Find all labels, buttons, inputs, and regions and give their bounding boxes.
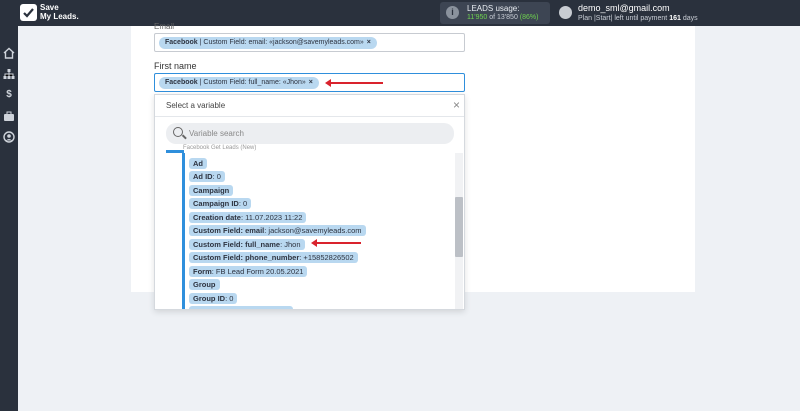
brand-name: Save My Leads. bbox=[40, 3, 79, 21]
variable-item[interactable]: Group bbox=[189, 279, 220, 290]
variable-item[interactable]: Custom Field: email: jackson@savemyleads… bbox=[189, 225, 366, 236]
user-email[interactable]: demo_sml@gmail.com bbox=[578, 3, 670, 13]
email-label: Email bbox=[154, 22, 175, 31]
first-name-field[interactable]: Facebook | Custom Field: full_name: «Jho… bbox=[154, 73, 465, 92]
variable-item[interactable]: Creation date: 11.07.2023 11:22 bbox=[189, 212, 307, 223]
home-icon[interactable] bbox=[3, 47, 15, 59]
variable-item[interactable]: Ad bbox=[189, 158, 207, 169]
user-icon[interactable] bbox=[3, 131, 15, 143]
leads-usage-value: 11'950 of 13'850 (86%) bbox=[467, 14, 539, 21]
dollar-icon[interactable]: $ bbox=[3, 89, 15, 101]
red-arrow-annotation bbox=[325, 79, 383, 87]
variable-item[interactable]: Campaign bbox=[189, 185, 234, 196]
variable-item[interactable]: Campaign ID: 0 bbox=[189, 198, 252, 209]
top-bar bbox=[0, 0, 800, 26]
search-icon bbox=[173, 127, 183, 137]
sidebar bbox=[0, 26, 18, 411]
remove-chip-icon[interactable]: × bbox=[367, 39, 371, 46]
sitemap-icon[interactable] bbox=[3, 68, 15, 80]
variable-item[interactable]: Group ID: 0 bbox=[189, 293, 238, 304]
variable-search[interactable] bbox=[166, 123, 454, 144]
scrollbar-thumb[interactable] bbox=[455, 197, 463, 257]
email-field[interactable]: Facebook | Custom Field: email: «jackson… bbox=[154, 33, 465, 52]
leads-usage-title: LEADS usage: bbox=[467, 4, 520, 13]
dropdown-title: Select a variable bbox=[166, 101, 226, 110]
red-arrow-annotation bbox=[311, 239, 361, 247]
variable-item[interactable]: Custom Field: phone_number: +15852826502 bbox=[189, 252, 358, 263]
variable-item[interactable]: Custom Field: full_name: Jhon bbox=[189, 239, 305, 250]
dropdown-header: Select a variable × bbox=[155, 95, 464, 117]
close-icon[interactable]: × bbox=[453, 98, 460, 112]
first-name-label: First name bbox=[154, 61, 197, 71]
group-title: Facebook Get Leads (New) bbox=[183, 145, 257, 151]
info-icon: i bbox=[446, 6, 459, 19]
briefcase-icon[interactable] bbox=[3, 110, 15, 122]
user-plan: Plan |Start| left until payment 161 days bbox=[578, 15, 698, 22]
variable-item-partial[interactable] bbox=[189, 306, 293, 309]
remove-chip-icon[interactable]: × bbox=[309, 79, 313, 86]
variable-dropdown: Select a variable × Facebook Get Leads (… bbox=[154, 94, 465, 310]
first-name-variable-chip[interactable]: Facebook | Custom Field: full_name: «Jho… bbox=[159, 77, 319, 89]
logo-icon[interactable] bbox=[20, 4, 37, 21]
email-variable-chip[interactable]: Facebook | Custom Field: email: «jackson… bbox=[159, 37, 377, 49]
variable-search-input[interactable] bbox=[189, 126, 439, 141]
variable-item[interactable]: Form: FB Lead Form 20.05.2021 bbox=[189, 266, 308, 277]
user-avatar-icon[interactable] bbox=[559, 6, 572, 19]
variable-item[interactable]: Ad ID: 0 bbox=[189, 171, 225, 182]
tree-line bbox=[182, 153, 185, 309]
